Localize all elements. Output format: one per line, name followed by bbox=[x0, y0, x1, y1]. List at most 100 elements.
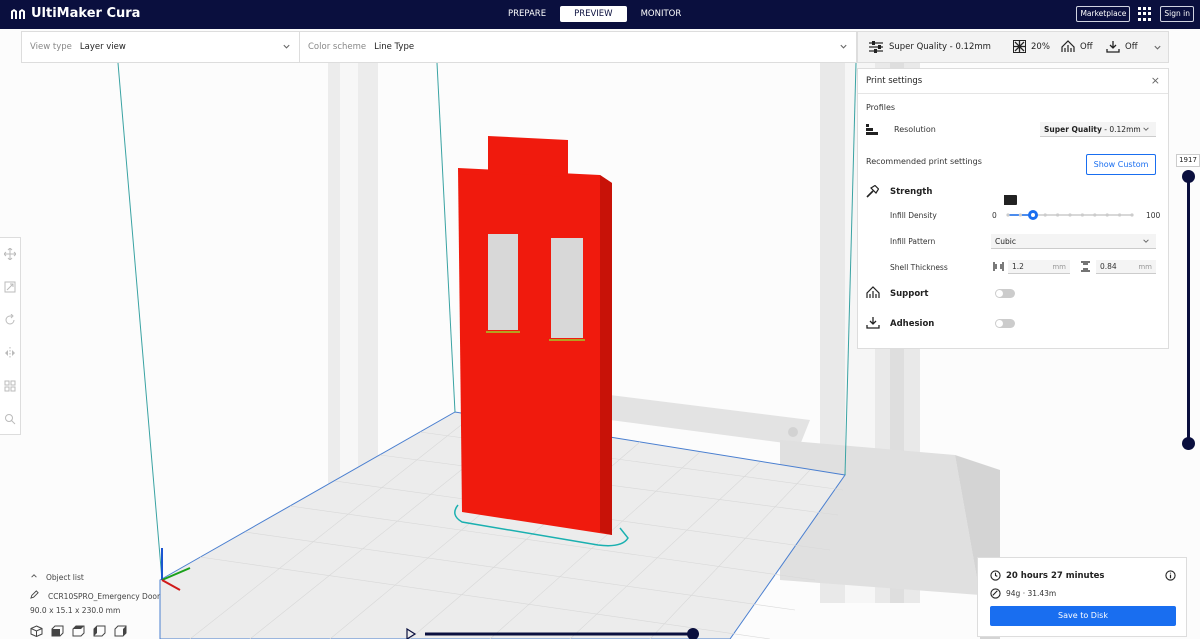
adhesion-icon bbox=[866, 317, 880, 329]
show-custom-button[interactable]: Show Custom bbox=[1086, 154, 1156, 175]
object-list-toggle[interactable]: Object list bbox=[30, 572, 84, 582]
print-time: 20 hours 27 minutes bbox=[1006, 570, 1105, 581]
support-label: Support bbox=[890, 289, 929, 299]
mirror-icon[interactable] bbox=[4, 347, 16, 359]
chevron-down-icon bbox=[1143, 127, 1149, 131]
infill-summary-value: 20% bbox=[1031, 41, 1050, 52]
adhesion-toggle[interactable] bbox=[995, 319, 1015, 328]
resolution-label: Resolution bbox=[894, 125, 936, 134]
adhesion-icon bbox=[1106, 41, 1120, 53]
clock-icon bbox=[990, 570, 1001, 581]
sign-in-button[interactable]: Sign in bbox=[1160, 6, 1194, 22]
tab-prepare[interactable]: PREPARE bbox=[494, 6, 560, 22]
front-view-icon[interactable] bbox=[51, 625, 64, 637]
infill-min-label: 0 bbox=[992, 211, 997, 220]
close-icon[interactable]: × bbox=[1151, 74, 1160, 87]
resolution-select[interactable]: Super Quality - 0.12mm bbox=[1040, 122, 1156, 137]
infill-summary: 20% bbox=[1013, 40, 1050, 53]
left-view-icon[interactable] bbox=[93, 625, 106, 637]
scale-icon[interactable] bbox=[4, 281, 16, 293]
infill-pattern-select[interactable]: Cubic bbox=[991, 234, 1156, 249]
object-list-item[interactable]: CCR10SPRO_Emergency Door bbox=[30, 590, 160, 601]
top-bar: UltiMaker Cura PREPARE PREVIEW MONITOR M… bbox=[0, 0, 1200, 29]
object-name: CCR10SPRO_Emergency Door bbox=[48, 592, 161, 601]
chevron-down-icon bbox=[283, 44, 290, 49]
support-summary: Off bbox=[1061, 40, 1093, 53]
resolution-value-bold: Super Quality bbox=[1044, 125, 1102, 134]
support-icon bbox=[866, 286, 880, 298]
view-type-value: Layer view bbox=[79, 42, 126, 52]
transform-toolbar bbox=[0, 237, 21, 435]
support-blocker-icon[interactable] bbox=[4, 413, 16, 425]
3d-view-icon[interactable] bbox=[30, 625, 43, 637]
marketplace-button[interactable]: Marketplace bbox=[1076, 6, 1131, 22]
hammer-icon bbox=[866, 185, 879, 198]
color-scheme-value: Line Type bbox=[374, 42, 415, 52]
chevron-down-icon bbox=[1154, 45, 1161, 50]
wall-thickness-icon bbox=[993, 262, 1004, 271]
strength-label: Strength bbox=[890, 187, 933, 197]
adhesion-label: Adhesion bbox=[890, 319, 935, 329]
save-to-disk-button[interactable]: Save to Disk bbox=[990, 606, 1176, 626]
print-setup-summary[interactable]: Super Quality - 0.12mm 20% Off Off bbox=[857, 31, 1169, 63]
ultimaker-logo-icon bbox=[11, 8, 25, 19]
print-settings-header: Print settings × bbox=[858, 69, 1168, 94]
top-bottom-thickness-icon bbox=[1081, 261, 1090, 272]
profile-summary-text: Super Quality - 0.12mm bbox=[889, 42, 991, 52]
color-scheme-select[interactable]: Color scheme Line Type bbox=[300, 32, 856, 62]
view-type-label: View type bbox=[30, 42, 72, 52]
infill-icon bbox=[1013, 40, 1026, 53]
header-actions: Marketplace Sign in bbox=[1076, 6, 1194, 22]
stage-tabs: PREPARE PREVIEW MONITOR bbox=[494, 6, 695, 22]
top-bottom-thickness-input[interactable]: 0.84 mm bbox=[1096, 260, 1156, 274]
shell-thickness-label: Shell Thickness bbox=[890, 263, 948, 272]
chevron-down-icon bbox=[1143, 239, 1149, 243]
profiles-heading: Profiles bbox=[866, 103, 896, 112]
material-usage: 94g · 31.43m bbox=[1006, 589, 1057, 598]
print-settings-title: Print settings bbox=[866, 76, 923, 86]
infill-pattern-value: Cubic bbox=[995, 237, 1016, 246]
resolution-value-rest: - 0.12mm bbox=[1101, 125, 1141, 134]
tab-monitor[interactable]: MONITOR bbox=[627, 6, 696, 22]
tab-preview[interactable]: PREVIEW bbox=[560, 6, 627, 22]
current-layer-input[interactable]: 1917 bbox=[1176, 154, 1200, 167]
view-type-select[interactable]: View type Layer view bbox=[22, 32, 300, 62]
profile-summary: Super Quality - 0.12mm bbox=[868, 40, 991, 54]
wall-thickness-value: 1.2 bbox=[1012, 262, 1024, 271]
move-icon[interactable] bbox=[4, 248, 16, 260]
resolution-icon bbox=[866, 124, 878, 135]
color-scheme-label: Color scheme bbox=[308, 42, 367, 52]
info-icon[interactable] bbox=[1165, 570, 1176, 581]
object-dimensions: 90.0 x 15.1 x 230.0 mm bbox=[30, 606, 121, 615]
object-list-label: Object list bbox=[46, 573, 84, 582]
top-view-icon[interactable] bbox=[72, 625, 85, 637]
adhesion-summary: Off bbox=[1106, 40, 1138, 53]
spool-icon bbox=[990, 588, 1001, 599]
infill-pattern-label: Infill Pattern bbox=[890, 237, 936, 246]
rotate-icon[interactable] bbox=[4, 314, 16, 326]
apps-grid-icon[interactable] bbox=[1138, 7, 1152, 21]
layer-slider-top-handle[interactable] bbox=[1182, 170, 1195, 183]
print-info-panel: 20 hours 27 minutes 94g · 31.43m Save to… bbox=[977, 557, 1187, 637]
view-options-bar: View type Layer view Color scheme Line T… bbox=[21, 31, 857, 63]
print-settings-panel: Print settings × Profiles Resolution Sup… bbox=[857, 68, 1169, 349]
top-bottom-thickness-unit: mm bbox=[1138, 263, 1152, 271]
support-toggle[interactable] bbox=[995, 289, 1015, 298]
infill-density-slider[interactable] bbox=[1004, 193, 1136, 223]
per-model-settings-icon[interactable] bbox=[4, 380, 16, 392]
right-view-icon[interactable] bbox=[114, 625, 127, 637]
support-summary-value: Off bbox=[1080, 41, 1093, 52]
top-bottom-thickness-value: 0.84 bbox=[1100, 262, 1117, 271]
wall-thickness-input[interactable]: 1.2 mm bbox=[1008, 260, 1070, 274]
app-brand: UltiMaker Cura bbox=[10, 6, 140, 21]
sliders-icon bbox=[869, 41, 883, 53]
chevron-down-icon bbox=[840, 44, 847, 49]
layer-slider-track[interactable] bbox=[1187, 176, 1190, 444]
pencil-icon bbox=[30, 590, 39, 601]
wall-thickness-unit: mm bbox=[1052, 263, 1066, 271]
infill-max-label: 100 bbox=[1146, 211, 1161, 220]
recommended-heading: Recommended print settings bbox=[866, 157, 982, 166]
adhesion-summary-value: Off bbox=[1125, 41, 1138, 52]
layer-slider-bottom-handle[interactable] bbox=[1182, 437, 1195, 450]
support-icon bbox=[1061, 40, 1075, 52]
